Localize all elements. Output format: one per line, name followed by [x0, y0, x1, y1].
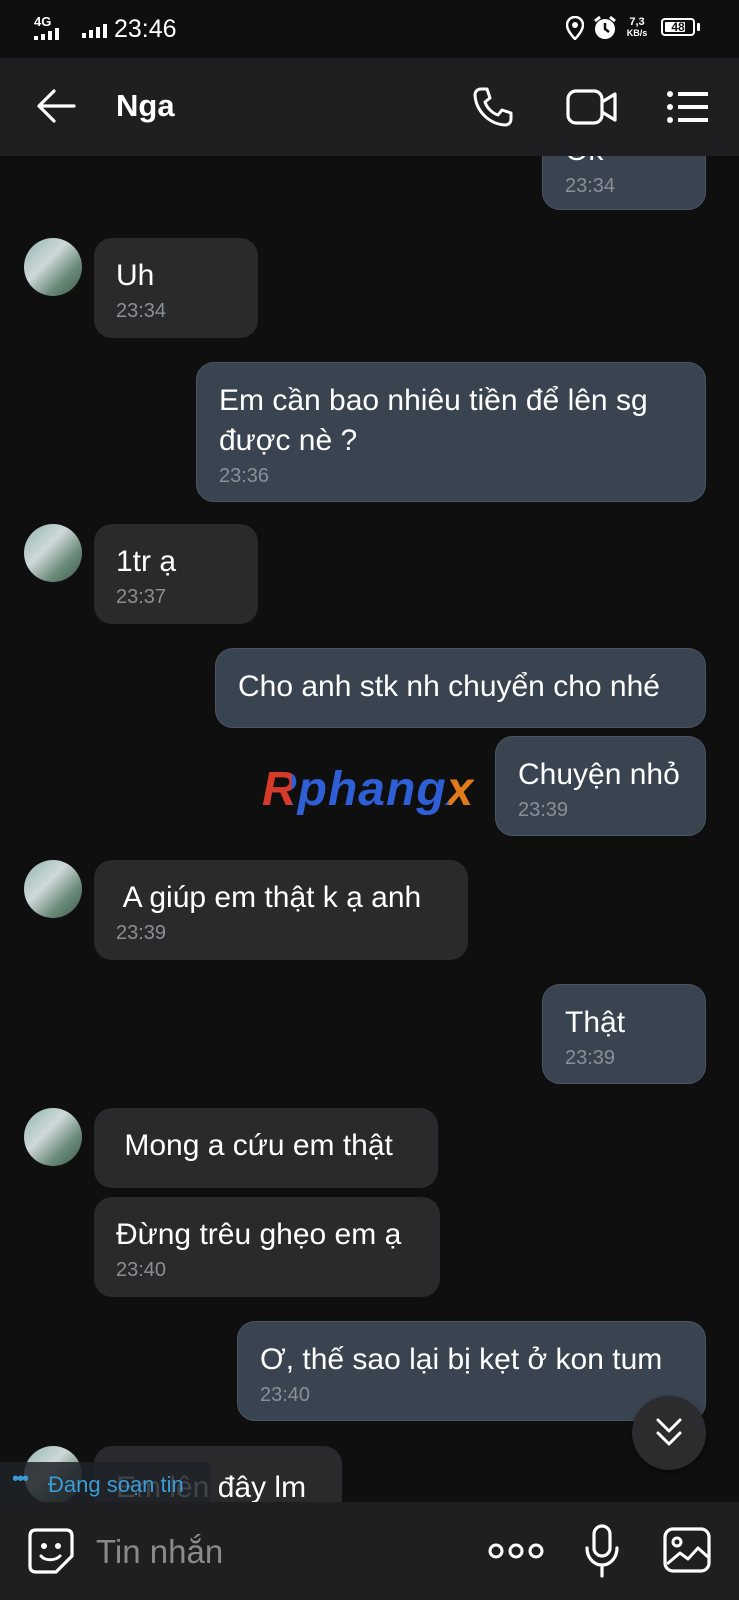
message-time: 23:39: [518, 799, 569, 821]
message-time: 23:34: [565, 175, 616, 197]
message-time: 23:40: [260, 1384, 311, 1406]
message-text: Uh: [116, 259, 155, 292]
contact-avatar[interactable]: [24, 860, 82, 918]
message-bubble-incoming[interactable]: Mong a cứu em thật: [94, 1108, 438, 1188]
contact-avatar[interactable]: [24, 1108, 82, 1166]
message-time: 23:39: [565, 1047, 616, 1069]
message-text: Ok: [565, 156, 683, 171]
typing-dots: •••: [12, 1468, 29, 1490]
battery-icon: 48: [661, 18, 695, 36]
typing-text: Đang soạn tin: [48, 1472, 184, 1497]
chat-header: Nga: [0, 58, 739, 156]
message-input[interactable]: [94, 1526, 458, 1578]
message-composer: input::placeholder{color:#8a8a8d;}: [0, 1502, 739, 1600]
speed-unit: KB/s: [626, 28, 648, 38]
message-time: 23:34: [116, 300, 167, 322]
menu-list-icon[interactable]: [666, 90, 710, 124]
message-text: Thật: [565, 1006, 626, 1039]
signal-icon-2: [82, 24, 107, 38]
scroll-to-bottom-button[interactable]: [632, 1396, 706, 1470]
message-bubble-outgoing[interactable]: Ơ, thế sao lại bị kẹt ở kon tum 23:40: [237, 1321, 706, 1421]
back-arrow-icon[interactable]: [36, 88, 76, 124]
message-text: 1tr ạ: [116, 545, 177, 578]
alarm-icon: [594, 15, 616, 39]
phone-call-icon[interactable]: [472, 86, 514, 128]
message-list[interactable]: Ok 23:34 Uh 23:34 Em cần bao nhiêu tiền …: [0, 156, 739, 1502]
message-text: Đừng trêu ghẹo em ạ: [116, 1218, 402, 1251]
more-options-icon[interactable]: [488, 1542, 544, 1560]
message-bubble-outgoing[interactable]: Chuyện nhỏ 23:39: [495, 736, 706, 836]
message-text: Mong a cứu em thật: [116, 1129, 393, 1162]
message-text: A giúp em thật k ạ anh: [116, 881, 422, 914]
emoji-sticker-icon[interactable]: [26, 1526, 76, 1576]
message-bubble-outgoing[interactable]: Em cần bao nhiêu tiền để lên sg được nè …: [196, 362, 706, 502]
network-speed: 7,3 KB/s: [622, 17, 652, 39]
message-text: Ơ, thế sao lại bị kẹt ở kon tum: [260, 1343, 663, 1376]
clock: 23:46: [114, 15, 177, 43]
double-chevron-down-icon: [656, 1418, 682, 1446]
message-bubble-incoming[interactable]: Uh 23:34: [94, 238, 258, 338]
network-type: 4G: [34, 14, 52, 29]
message-bubble-incoming[interactable]: 1tr ạ 23:37: [94, 524, 258, 624]
message-bubble-outgoing[interactable]: Thật 23:39: [542, 984, 706, 1084]
contact-avatar[interactable]: [24, 238, 82, 296]
location-icon: [566, 16, 584, 40]
status-bar: 4G 23:46 7,3 KB/s 48: [0, 0, 739, 58]
typing-indicator: ••• Đang soạn tin: [0, 1462, 210, 1502]
watermark-logo: Rphangx: [262, 763, 475, 816]
message-bubble-incoming[interactable]: A giúp em thật k ạ anh 23:39: [94, 860, 468, 960]
video-call-icon[interactable]: [566, 88, 618, 126]
message-bubble-outgoing[interactable]: Cho anh stk nh chuyển cho nhé: [215, 648, 706, 728]
contact-avatar[interactable]: [24, 524, 82, 582]
message-text-line2: được nè ?: [219, 424, 358, 457]
message-time: 23:37: [116, 586, 167, 608]
message-time: 23:40: [116, 1259, 167, 1281]
signal-icon: [34, 28, 59, 40]
message-bubble-incoming[interactable]: Đừng trêu ghẹo em ạ 23:40: [94, 1197, 440, 1297]
speed-value: 7,3: [629, 16, 645, 28]
image-gallery-icon[interactable]: [662, 1526, 712, 1574]
battery-level: 48: [671, 20, 685, 34]
message-bubble-outgoing[interactable]: Ok 23:34: [542, 156, 706, 210]
microphone-icon[interactable]: [584, 1524, 620, 1580]
battery-tip: [697, 23, 700, 31]
message-time: 23:39: [116, 922, 167, 944]
contact-name[interactable]: Nga: [116, 88, 175, 124]
message-text: Em cần bao nhiêu tiền để lên sg: [219, 384, 648, 417]
message-text: Chuyện nhỏ: [518, 758, 680, 791]
message-time: 23:36: [219, 465, 270, 487]
message-text: Cho anh stk nh chuyển cho nhé: [238, 670, 660, 703]
